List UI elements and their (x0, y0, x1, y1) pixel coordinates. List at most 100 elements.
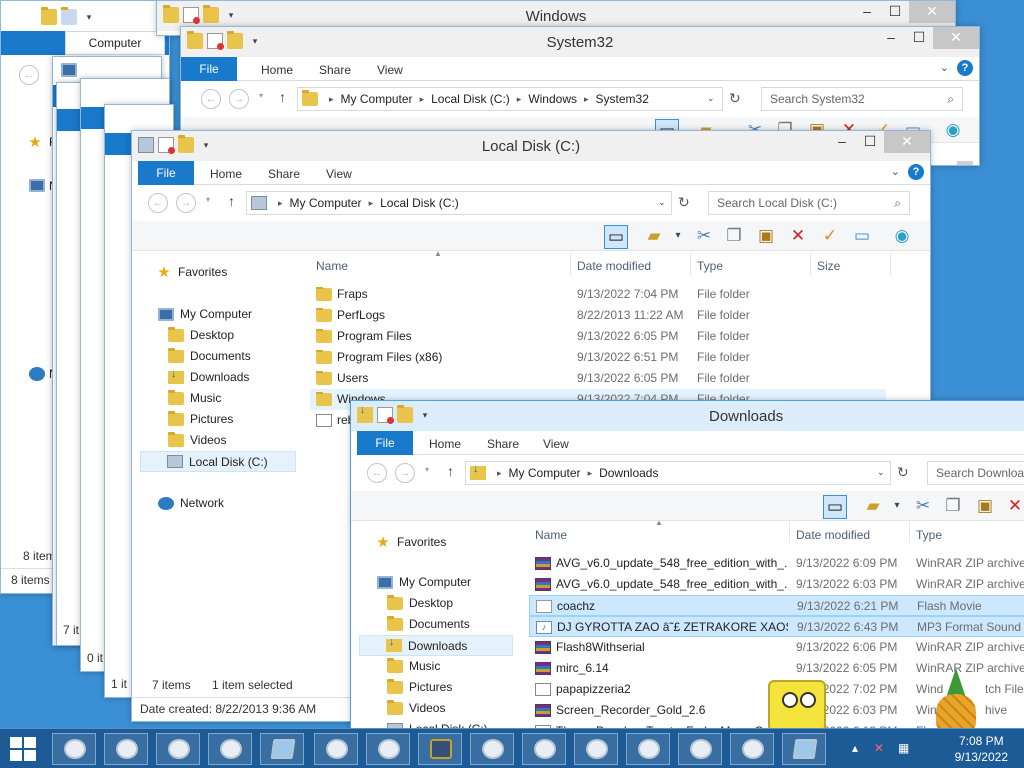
nav-favorites[interactable]: ★ Favorites (156, 263, 227, 281)
tab-home[interactable]: Home (429, 437, 461, 451)
network-tray-icon[interactable]: ▦ (898, 741, 909, 755)
breadcrumb-my-computer[interactable]: My Computer (509, 466, 581, 480)
copy-icon[interactable]: ❐ (941, 495, 965, 519)
table-row[interactable]: Program Files (x86) 9/13/2022 6:51 PM File… (310, 347, 886, 368)
taskbar-app-button[interactable] (52, 733, 96, 765)
delete-icon[interactable]: ✕ (1003, 495, 1024, 519)
help-icon[interactable]: ? (908, 164, 924, 180)
preview-pane-icon[interactable]: ▭ (823, 495, 847, 519)
chevron-down-icon[interactable]: ▾ (81, 9, 97, 25)
refresh-icon[interactable]: ↻ (678, 194, 690, 211)
nav-music[interactable]: Music (168, 389, 221, 405)
table-row[interactable]: coachz 9/13/2022 6:21 PM Flash Movie (529, 595, 1024, 616)
address-dropdown-icon[interactable]: ⌄ (658, 197, 666, 208)
nav-network[interactable]: Network (158, 496, 224, 510)
search-input[interactable]: Search Download (927, 461, 1024, 485)
close-button[interactable]: ✕ (909, 1, 955, 23)
forward-button[interactable]: → (176, 193, 196, 213)
recent-locations-icon[interactable]: ▾ (259, 91, 263, 100)
recent-locations-icon[interactable]: ▾ (206, 195, 210, 204)
system-clock[interactable]: 7:08 PM 9/13/2022 (955, 733, 1008, 765)
taskbar-app-button[interactable] (678, 733, 722, 765)
maximize-button[interactable]: ☐ (856, 131, 884, 153)
scrollbar-thumb[interactable] (957, 161, 973, 165)
table-row[interactable]: Program Files 9/13/2022 6:05 PM File folde… (310, 326, 886, 347)
table-row[interactable]: Flash8Withserial 9/13/2022 6:06 PM WinRAR … (529, 637, 1024, 658)
properties-icon[interactable] (377, 407, 394, 424)
taskbar-chess-button[interactable] (418, 733, 462, 765)
nav-videos[interactable]: Videos (168, 431, 226, 447)
downloads-window[interactable]: ▾ Downloads File Home Share View ← → ▾ ↑… (350, 400, 1024, 730)
nav-desktop[interactable]: Desktop (168, 326, 234, 342)
properties-toolbar-icon[interactable]: ▭ (850, 225, 874, 249)
cut-icon[interactable]: ✂ (692, 225, 716, 249)
breadcrumb-local-disk[interactable]: Local Disk (C:) (431, 92, 510, 106)
nav-my-computer[interactable]: My Computer (377, 575, 471, 589)
nav-videos[interactable]: Videos (387, 699, 445, 715)
taskbar-app-button[interactable] (522, 733, 566, 765)
address-dropdown-icon[interactable]: ⌄ (877, 467, 885, 478)
shell-icon[interactable]: ◉ (890, 225, 914, 249)
new-folder-icon[interactable] (397, 405, 413, 423)
search-input[interactable]: Search System32 ⌕ (761, 87, 963, 111)
taskbar-app-button[interactable] (208, 733, 252, 765)
address-bar[interactable]: ▸ My Computer ▸ Downloads (465, 461, 891, 485)
up-button[interactable]: ↑ (447, 463, 454, 479)
tab-share[interactable]: Share (487, 437, 519, 451)
column-header-date[interactable]: Date modified (577, 259, 651, 273)
table-row[interactable]: Fraps 9/13/2022 7:04 PM File folder (310, 284, 886, 305)
nav-downloads[interactable]: Downloads (359, 635, 513, 656)
close-button[interactable]: ✕ (933, 27, 979, 49)
breadcrumb-my-computer[interactable]: My Computer (290, 196, 362, 210)
minimize-button[interactable]: – (877, 27, 905, 49)
maximize-button[interactable]: ☐ (881, 1, 909, 23)
taskbar-explorer-button[interactable] (260, 733, 304, 765)
tab-file[interactable]: File (357, 431, 413, 455)
start-button[interactable] (10, 737, 36, 761)
tab-view[interactable]: View (543, 437, 569, 451)
forward-button[interactable]: → (229, 89, 249, 109)
nav-local-disk[interactable]: Local Disk (C:) (140, 451, 296, 472)
taskbar-app-button[interactable] (366, 733, 410, 765)
nav-favorites[interactable]: ★ Favorites (375, 533, 446, 551)
maximize-button[interactable]: ☐ (905, 27, 933, 49)
column-header-type[interactable]: Type (916, 528, 942, 542)
breadcrumb-downloads[interactable]: Downloads (599, 466, 658, 480)
column-header-type[interactable]: Type (697, 259, 723, 273)
tab-file[interactable]: File (138, 161, 194, 185)
back-button[interactable]: ← (367, 463, 387, 483)
nav-documents[interactable]: Documents (168, 347, 251, 363)
taskbar-app-button[interactable] (730, 733, 774, 765)
tab-share[interactable]: Share (268, 167, 300, 181)
table-row[interactable]: AVG_v6.0_update_548_free_edition_with_..… (529, 553, 1024, 574)
ribbon-expand-icon[interactable]: ⌄ (940, 61, 949, 74)
table-row[interactable]: AVG_v6.0_update_548_free_edition_with_..… (529, 574, 1024, 595)
breadcrumb-system32[interactable]: System32 (596, 92, 649, 106)
ribbon-expand-icon[interactable]: ⌄ (891, 165, 900, 178)
address-dropdown-icon[interactable]: ⌄ (707, 93, 715, 104)
tab-share[interactable]: Share (319, 63, 351, 77)
show-hidden-icons[interactable]: ▴ (852, 741, 858, 755)
tab-home[interactable]: Home (261, 63, 293, 77)
column-header-name[interactable]: Name (316, 259, 348, 273)
folder-dropdown-icon[interactable]: ▾ (885, 495, 909, 519)
nav-desktop[interactable]: Desktop (387, 594, 453, 610)
tab-file[interactable]: File (181, 57, 237, 81)
taskbar-app-button[interactable] (626, 733, 670, 765)
taskbar-app-button[interactable] (104, 733, 148, 765)
copy-icon[interactable]: ❐ (722, 225, 746, 249)
paste-icon[interactable]: ▣ (973, 495, 997, 519)
taskbar-app-button[interactable] (470, 733, 514, 765)
rename-check-icon[interactable]: ✓ (818, 225, 842, 249)
up-button[interactable]: ↑ (279, 89, 286, 105)
breadcrumb-local-disk[interactable]: Local Disk (C:) (380, 196, 459, 210)
table-row[interactable]: Users 9/13/2022 6:05 PM File folder (310, 368, 886, 389)
folder-dropdown-icon[interactable]: ▾ (666, 225, 690, 249)
back-button[interactable]: ← (148, 193, 168, 213)
taskbar-app-button[interactable] (574, 733, 618, 765)
cut-icon[interactable]: ✂ (911, 495, 935, 519)
minimize-button[interactable]: – (853, 1, 881, 23)
tab-view[interactable]: View (326, 167, 352, 181)
address-bar[interactable]: ▸ My Computer ▸ Local Disk (C:) (246, 191, 672, 215)
table-row[interactable]: PerfLogs 8/22/2013 11:22 AM File folder (310, 305, 886, 326)
